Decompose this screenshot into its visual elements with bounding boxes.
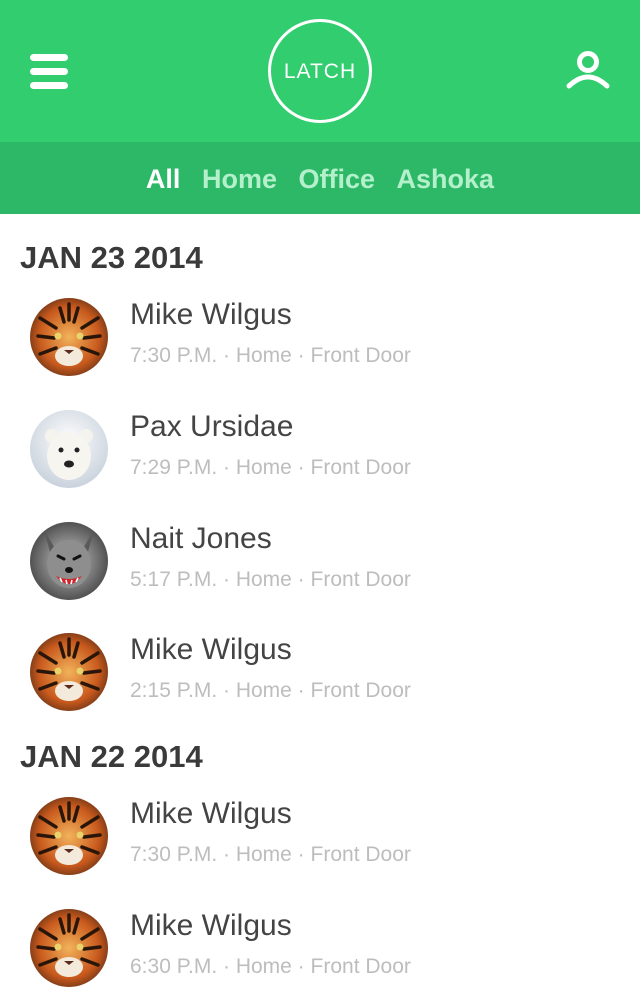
tiger-avatar-icon bbox=[30, 298, 108, 376]
tiger-avatar-icon bbox=[30, 909, 108, 987]
profile-button[interactable] bbox=[566, 50, 610, 90]
list-item[interactable]: Nait Jones 5:17 P.M. · Home · Front Door bbox=[30, 522, 630, 612]
wolf-avatar-icon bbox=[30, 522, 108, 600]
tab-all[interactable]: All bbox=[146, 142, 181, 216]
tab-ashoka[interactable]: Ashoka bbox=[397, 142, 495, 216]
tiger-avatar-icon bbox=[30, 797, 108, 875]
entry-name: Mike Wilgus bbox=[130, 298, 292, 331]
list-item[interactable]: Pax Ursidae 7:29 P.M. · Home · Front Doo… bbox=[30, 410, 630, 500]
entry-name: Mike Wilgus bbox=[130, 909, 292, 942]
latch-logo: LATCH bbox=[268, 19, 372, 123]
menu-button[interactable] bbox=[30, 54, 68, 90]
user-icon bbox=[566, 51, 610, 89]
entry-meta: 7:30 P.M. · Home · Front Door bbox=[130, 344, 411, 367]
date-header: JAN 23 2014 bbox=[20, 240, 203, 275]
date-header: JAN 22 2014 bbox=[20, 739, 203, 774]
entry-name: Pax Ursidae bbox=[130, 410, 294, 443]
tab-home[interactable]: Home bbox=[202, 142, 277, 216]
entry-name: Mike Wilgus bbox=[130, 633, 292, 666]
list-item[interactable]: Mike Wilgus 7:30 P.M. · Home · Front Doo… bbox=[30, 298, 630, 388]
list-item[interactable]: Mike Wilgus 2:15 P.M. · Home · Front Doo… bbox=[30, 633, 630, 723]
polar-bear-avatar-icon bbox=[30, 410, 108, 488]
tiger-avatar-icon bbox=[30, 633, 108, 711]
top-bar: LATCH bbox=[0, 0, 640, 142]
filter-tabs: All Home Office Ashoka bbox=[0, 142, 640, 214]
entry-meta: 6:30 P.M. · Home · Front Door bbox=[130, 955, 411, 978]
tab-office[interactable]: Office bbox=[298, 142, 375, 216]
list-item[interactable]: Mike Wilgus 6:30 P.M. · Home · Front Doo… bbox=[30, 909, 630, 999]
logo-text: LATCH bbox=[283, 60, 357, 83]
entry-meta: 7:30 P.M. · Home · Front Door bbox=[130, 843, 411, 866]
entry-meta: 2:15 P.M. · Home · Front Door bbox=[130, 679, 411, 702]
entry-meta: 5:17 P.M. · Home · Front Door bbox=[130, 568, 411, 591]
entry-name: Mike Wilgus bbox=[130, 797, 292, 830]
entry-meta: 7:29 P.M. · Home · Front Door bbox=[130, 456, 411, 479]
list-item[interactable]: Mike Wilgus 7:30 P.M. · Home · Front Doo… bbox=[30, 797, 630, 887]
entry-name: Nait Jones bbox=[130, 522, 272, 555]
